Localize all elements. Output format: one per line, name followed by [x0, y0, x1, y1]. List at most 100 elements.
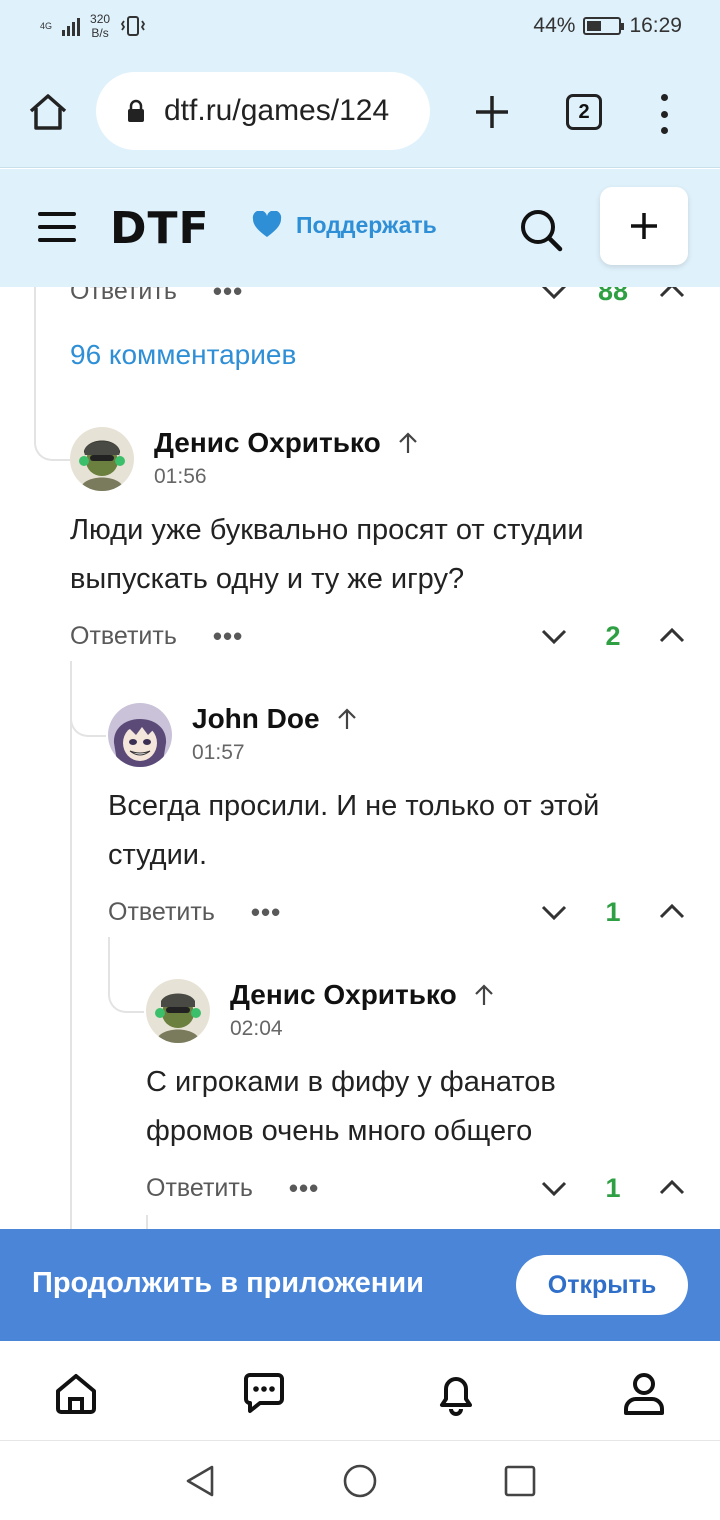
vote-score: 1: [605, 1172, 621, 1203]
open-app-button[interactable]: Открыть: [516, 1255, 688, 1315]
search-icon[interactable]: [518, 207, 564, 253]
comment-header: Денис Охритько 01:56: [70, 427, 419, 491]
author-name[interactable]: Денис Охритько: [154, 427, 381, 459]
comments-section: Ответить ••• 88 96 комментариев Денис Ох…: [0, 287, 720, 1229]
recents-icon[interactable]: [502, 1463, 538, 1499]
speed-unit: B/s: [91, 26, 109, 40]
comment-text-line: С игроками в фифу у фанатов: [146, 1066, 556, 1098]
thread-line: [34, 287, 36, 425]
status-right: 44% 16:29: [533, 14, 682, 38]
comment-text: Всегда просили. И не только от этой студ…: [108, 782, 599, 880]
author-box: Денис Охритько 02:04: [230, 979, 495, 1041]
upvote-icon[interactable]: [658, 622, 686, 650]
comment-text-line: студии.: [108, 839, 208, 871]
comment-actions: Ответить •••: [108, 892, 281, 932]
thread-connector: [108, 977, 144, 1013]
upvote-icon[interactable]: [658, 1174, 686, 1202]
author-line: John Doe: [192, 703, 358, 735]
avatar[interactable]: [70, 427, 134, 491]
more-dots-icon[interactable]: •••: [289, 1173, 319, 1204]
comment-text: С игроками в фифу у фанатов фромов очень…: [146, 1058, 556, 1156]
reply-button[interactable]: Ответить: [70, 622, 177, 651]
browser-home-icon[interactable]: [26, 90, 70, 134]
create-post-button[interactable]: [600, 187, 688, 265]
network-type: 4G: [40, 21, 53, 31]
comment-text-line: Всегда просили. И не только от этой: [108, 790, 600, 822]
author-name[interactable]: John Doe: [192, 703, 320, 735]
bell-icon[interactable]: [432, 1369, 480, 1417]
upvote-icon[interactable]: [658, 898, 686, 926]
system-navigation: [0, 1441, 720, 1520]
comment-text-line: Люди уже буквально просят от студии: [70, 514, 584, 546]
thread-line: [146, 1215, 148, 1229]
arrow-up-icon: [474, 984, 493, 1005]
comments-icon[interactable]: [240, 1369, 288, 1417]
banner-label: Продолжить в приложении: [32, 1267, 424, 1299]
site-header: DTF Поддержать: [0, 169, 720, 287]
author-box: Денис Охритько 01:56: [154, 427, 419, 489]
author-line: Денис Охритько: [154, 427, 419, 459]
more-dots-icon[interactable]: •••: [213, 621, 243, 652]
signal-icon: [62, 16, 81, 36]
open-in-app-banner: Продолжить в приложении Открыть: [0, 1229, 720, 1341]
comment-actions: Ответить •••: [70, 616, 243, 656]
upvote-icon[interactable]: [658, 287, 686, 305]
comment-actions: Ответить •••: [146, 1168, 319, 1208]
vote-control: 2: [540, 616, 686, 656]
comment-text-line: выпускать одну и ту же игру?: [70, 563, 465, 595]
arrow-up-icon: [337, 708, 356, 729]
reply-button[interactable]: Ответить: [108, 898, 215, 927]
downvote-icon[interactable]: [540, 1174, 568, 1202]
avatar[interactable]: [146, 979, 210, 1043]
avatar[interactable]: [108, 703, 172, 767]
prev-vote-control: 88: [540, 287, 686, 311]
plus-icon: [631, 213, 657, 239]
back-icon[interactable]: [182, 1463, 218, 1499]
reply-button[interactable]: Ответить: [146, 1174, 253, 1203]
address-bar[interactable]: dtf.ru/games/124: [96, 72, 430, 150]
author-line: Денис Охритько: [230, 979, 495, 1011]
vote-score: 2: [605, 620, 621, 651]
comment-time[interactable]: 02:04: [230, 1017, 495, 1041]
author-name[interactable]: Денис Охритько: [230, 979, 457, 1011]
site-logo[interactable]: DTF: [110, 203, 210, 254]
profile-icon[interactable]: [620, 1369, 668, 1417]
comment-text: Люди уже буквально просят от студии выпу…: [70, 506, 584, 604]
hamburger-menu-icon[interactable]: [38, 212, 76, 242]
thread-connector: [34, 425, 70, 461]
thread-connector: [70, 701, 106, 737]
bottom-navigation: [0, 1341, 720, 1441]
battery-percent: 44%: [533, 14, 576, 37]
home-circle-icon[interactable]: [342, 1463, 378, 1499]
battery-icon: [583, 17, 625, 35]
heart-icon: [252, 211, 282, 237]
reply-button[interactable]: Ответить: [70, 287, 177, 306]
clock: 16:29: [629, 14, 682, 37]
browser-menu-icon[interactable]: [658, 94, 670, 134]
vote-score: 1: [605, 896, 621, 927]
more-dots-icon[interactable]: •••: [213, 287, 243, 307]
downvote-icon[interactable]: [540, 898, 568, 926]
comment-text-line: фромов очень много общего: [146, 1115, 533, 1147]
battery-fill: [587, 21, 601, 31]
status-bar: 4G 320 B/s 44% 16:29: [0, 0, 720, 56]
support-label: Поддержать: [296, 211, 437, 238]
comment-header: Денис Охритько 02:04: [146, 979, 495, 1043]
downvote-icon[interactable]: [540, 622, 568, 650]
arrow-up-icon: [398, 432, 417, 453]
comments-count-link[interactable]: 96 комментариев: [70, 339, 296, 371]
comment-time[interactable]: 01:56: [154, 465, 419, 489]
author-box: John Doe 01:57: [192, 703, 358, 765]
support-link[interactable]: Поддержать: [252, 211, 437, 239]
tab-switcher-button[interactable]: 2: [566, 94, 602, 130]
new-tab-icon[interactable]: [472, 92, 512, 132]
browser-toolbar: dtf.ru/games/124 2: [0, 56, 720, 168]
downvote-icon[interactable]: [540, 287, 568, 305]
comment-time[interactable]: 01:57: [192, 741, 358, 765]
vote-score: 88: [597, 287, 629, 306]
comment-header: John Doe 01:57: [108, 703, 358, 767]
home-icon[interactable]: [52, 1369, 100, 1417]
url-text: dtf.ru/games/124: [164, 94, 390, 127]
more-dots-icon[interactable]: •••: [251, 897, 281, 928]
status-left: 4G 320 B/s: [40, 12, 146, 40]
